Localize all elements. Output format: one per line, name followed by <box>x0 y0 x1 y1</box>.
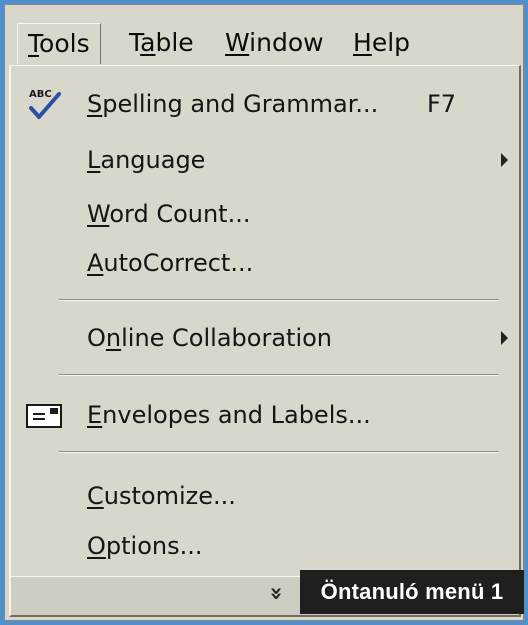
menubar-tools-mnemonic: T <box>28 29 40 58</box>
menubar-help[interactable]: Help <box>343 23 420 63</box>
menu-item-label: Spelling and Grammar... <box>87 90 379 118</box>
menu-item-envelopes-and-labels[interactable]: Envelopes and Labels... <box>11 395 519 435</box>
menu-item-label: Online Collaboration <box>87 324 332 352</box>
menu-item-customize[interactable]: Customize... <box>11 476 519 516</box>
menu-separator <box>59 299 499 301</box>
shortcut-label: F7 <box>427 90 457 118</box>
menu-item-label: Word Count... <box>87 200 251 228</box>
menubar-tools[interactable]: Tools <box>17 23 101 64</box>
menu-item-word-count[interactable]: Word Count... <box>11 194 519 234</box>
spelling-abc-check-icon: ABC <box>25 86 65 122</box>
menubar-table-pre: T <box>129 28 141 57</box>
menu-item-autocorrect[interactable]: AutoCorrect... <box>11 243 519 283</box>
menu-item-language[interactable]: Language <box>11 140 519 180</box>
menu-item-label: Envelopes and Labels... <box>87 401 371 429</box>
svg-text:ABC: ABC <box>29 89 52 100</box>
menubar-help-mnemonic: H <box>353 28 372 57</box>
menu-separator <box>59 374 499 376</box>
menu-item-options[interactable]: Options... <box>11 526 519 566</box>
menu-item-spelling-and-grammar[interactable]: ABC Spelling and Grammar... F7 <box>11 84 519 124</box>
menu-item-label: Language <box>87 146 206 174</box>
menubar-window-rest: indow <box>249 28 324 57</box>
caption-badge: Öntanuló menü 1 <box>300 570 524 614</box>
double-chevron-down-icon: » <box>263 586 289 601</box>
word-tools-menu-window: Tools Table Window Help ABC Spelling and… <box>4 4 524 621</box>
submenu-arrow-icon <box>501 153 508 167</box>
menubar-table-rest: ble <box>155 28 194 57</box>
menubar-table-mnemonic: a <box>140 28 156 57</box>
menubar-tools-rest: ools <box>39 29 90 58</box>
menubar-window-mnemonic: W <box>225 28 250 57</box>
envelope-icon <box>25 397 65 433</box>
submenu-arrow-icon <box>501 331 508 345</box>
menu-item-label: Customize... <box>87 482 236 510</box>
menubar-table[interactable]: Table <box>119 23 204 63</box>
menubar-help-rest: elp <box>371 28 411 57</box>
menu-item-label: AutoCorrect... <box>87 249 254 277</box>
menu-item-label: Options... <box>87 532 203 560</box>
menubar-window[interactable]: Window <box>215 23 334 63</box>
menu-separator <box>59 451 499 453</box>
menu-item-online-collaboration[interactable]: Online Collaboration <box>11 318 519 358</box>
tools-dropdown-menu: ABC Spelling and Grammar... F7 Language … <box>9 65 521 617</box>
